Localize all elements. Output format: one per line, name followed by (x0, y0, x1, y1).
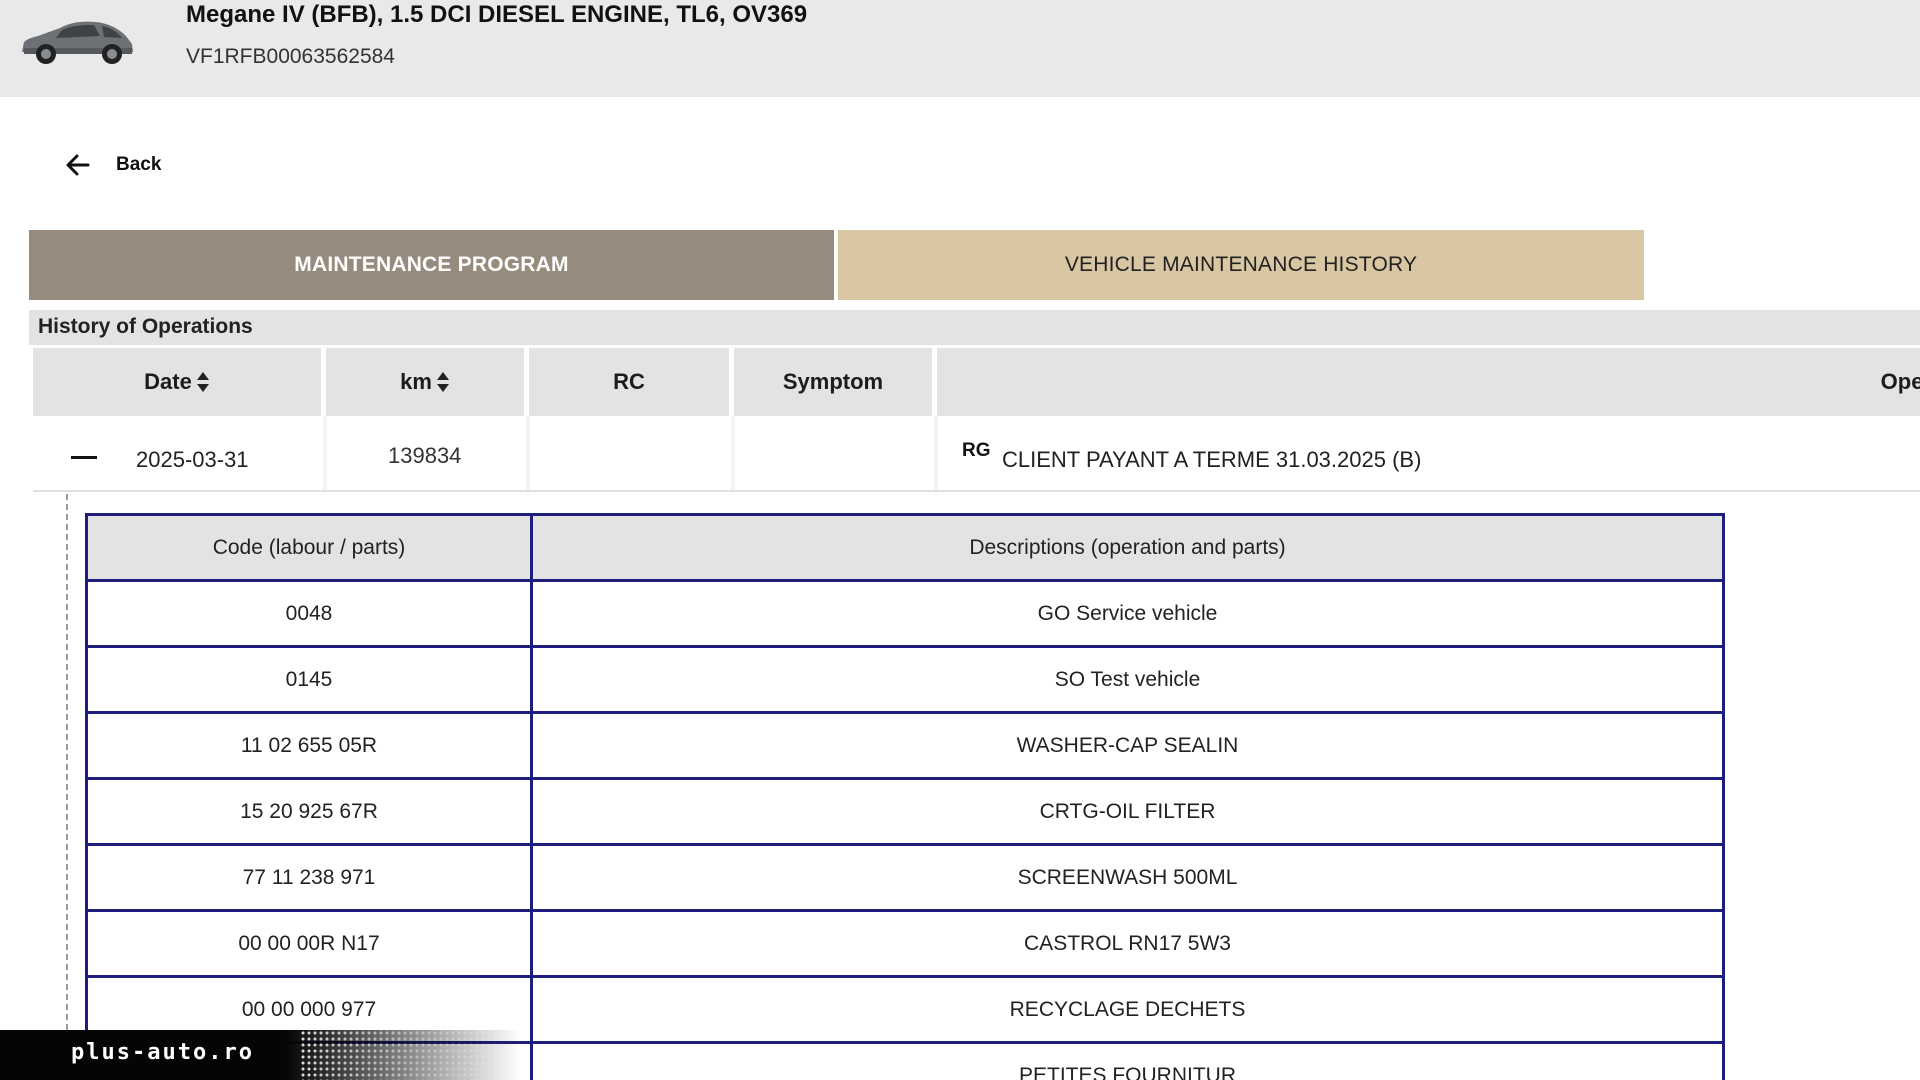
row-divider (323, 416, 327, 492)
item-description: CASTROL RN17 5W3 (530, 909, 1725, 978)
item-code: 15 20 925 67R (85, 777, 533, 846)
tab-maintenance-program[interactable]: MAINTENANCE PROGRAM (29, 230, 834, 300)
table-row: 0048 GO Service vehicle (85, 579, 1725, 648)
item-description: CRTG-OIL FILTER (530, 777, 1725, 846)
table-header-row: Code (labour / parts) Descriptions (oper… (85, 513, 1725, 582)
column-header-symptom-label: Symptom (782, 369, 884, 394)
row-date: 2025-03-31 (136, 447, 249, 472)
table-row: 00 00 00R N17 CASTROL RN17 5W3 (85, 909, 1725, 978)
back-label: Back (116, 154, 162, 175)
operation-details-table: Code (labour / parts) Descriptions (oper… (85, 513, 1725, 1080)
item-code: 77 11 238 971 (85, 843, 533, 912)
table-row: 11 02 655 05R WASHER-CAP SEALIN (85, 711, 1725, 780)
column-header-rc: RC (529, 348, 729, 416)
column-header-date[interactable]: Date (33, 348, 321, 416)
section-title: History of Operations (38, 315, 253, 338)
column-header-rc-label: RC (613, 369, 645, 394)
column-header-km-label: km (400, 369, 432, 394)
row-divider (731, 416, 735, 492)
item-description: SO Test vehicle (530, 645, 1725, 714)
row-divider (934, 416, 938, 492)
item-code: 0048 (85, 579, 533, 648)
watermark-text: plus-auto.ro (71, 1040, 254, 1065)
column-header-description: Descriptions (operation and parts) (530, 513, 1725, 582)
page: Megane IV (BFB), 1.5 DCI DIESEL ENGINE, … (0, 0, 1920, 1080)
column-header-code: Code (labour / parts) (85, 513, 533, 582)
back-button[interactable]: Back (64, 148, 161, 182)
row-divider (526, 416, 530, 492)
row-operation: CLIENT PAYANT A TERME 31.03.2025 (B) (1002, 447, 1422, 472)
watermark-pattern (300, 1030, 520, 1080)
collapse-icon[interactable] (71, 446, 97, 468)
item-description: WASHER-CAP SEALIN (530, 711, 1725, 780)
item-description: GO Service vehicle (530, 579, 1725, 648)
column-header-operation-label: Oper (1880, 369, 1920, 394)
tree-connector (66, 494, 68, 1080)
row-km: 139834 (388, 443, 462, 468)
sort-icon (436, 372, 449, 392)
column-header-date-label: Date (144, 369, 192, 394)
item-description: SCREENWASH 500ML (530, 843, 1725, 912)
watermark: plus-auto.ro (0, 1030, 520, 1080)
vehicle-header: Megane IV (BFB), 1.5 DCI DIESEL ENGINE, … (0, 0, 1920, 97)
history-section-header: History of Operations (29, 310, 1920, 345)
car-icon (22, 21, 133, 64)
row-divider (33, 490, 1920, 492)
item-code: 00 00 00R N17 (85, 909, 533, 978)
item-description: RECYCLAGE DECHETS (530, 975, 1725, 1044)
arrow-left-icon (66, 154, 90, 176)
sort-icon (196, 372, 209, 392)
vehicle-vin: VF1RFB00063562584 (186, 45, 395, 68)
table-row: 77 11 238 971 SCREENWASH 500ML (85, 843, 1725, 912)
tab-vehicle-maintenance-history[interactable]: VEHICLE MAINTENANCE HISTORY (838, 230, 1644, 300)
column-header-km[interactable]: km (326, 348, 524, 416)
column-header-symptom: Symptom (734, 348, 932, 416)
item-description: PETITES FOURNITUR (530, 1041, 1725, 1080)
row-operation-code: RG (962, 440, 991, 461)
column-header-operation: Oper (937, 348, 1920, 416)
item-code: 11 02 655 05R (85, 711, 533, 780)
table-row: 0145 SO Test vehicle (85, 645, 1725, 714)
item-code: 0145 (85, 645, 533, 714)
table-row: 15 20 925 67R CRTG-OIL FILTER (85, 777, 1725, 846)
vehicle-title: Megane IV (BFB), 1.5 DCI DIESEL ENGINE, … (186, 1, 808, 28)
